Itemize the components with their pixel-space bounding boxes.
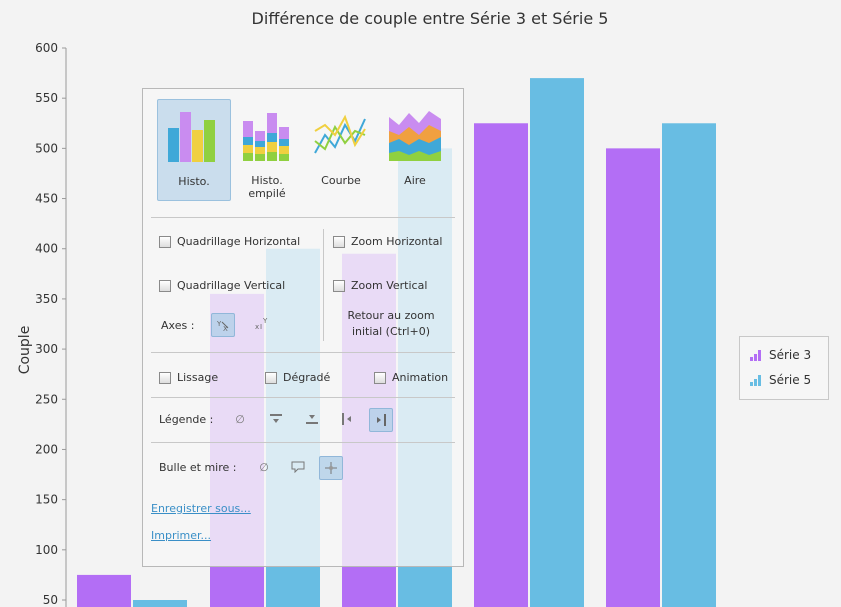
svg-text:Y: Y [262,317,268,325]
line-chart-icon [314,114,366,154]
svg-text:Y: Y [216,320,222,328]
y-tick-label: 50 [43,593,58,607]
chart-type-label: Aire [404,174,426,187]
y-tick-label: 450 [35,192,58,206]
bar-serie-3-group-4[interactable] [474,123,528,607]
column-divider [323,229,324,341]
y-tick-label: 600 [35,41,58,55]
legend-none-icon[interactable]: ∅ [229,408,251,430]
checkbox-icon[interactable] [159,279,171,292]
vertical-grid-checkbox[interactable]: Quadrillage Vertical [159,279,285,292]
separator [151,352,455,353]
zoom-vertical-checkbox[interactable]: Zoom Vertical [333,279,427,292]
legend-bottom-icon[interactable] [301,408,323,430]
chart-legend[interactable]: Série 3 Série 5 [739,336,829,400]
gradient-checkbox[interactable]: Dégradé [265,371,330,384]
chart-type-label: Courbe [321,174,361,187]
legend-left-icon[interactable] [336,408,358,430]
y-tick-label: 350 [35,292,58,306]
legend-label: Série 3 [769,348,812,362]
bar-series-icon [750,349,762,361]
checkbox-icon[interactable] [333,235,345,248]
reset-zoom-button[interactable]: Retour au zoom initial (Ctrl+0) [331,308,451,340]
y-tick-label: 250 [35,392,58,406]
histogram-icon [168,112,215,162]
checkbox-label: Quadrillage Horizontal [177,235,301,248]
tooltip-options-label: Bulle et mire : [159,461,237,474]
checkbox-icon[interactable] [159,235,171,248]
legend-item-serie-5[interactable]: Série 5 [750,373,811,387]
y-tick-label: 200 [35,442,58,456]
chart-type-label: Histo. [178,175,210,188]
checkbox-label: Dégradé [283,371,331,384]
chart-title: Différence de couple entre Série 3 et Sé… [252,9,609,28]
stacked-histogram-icon [243,113,289,161]
separator [151,442,455,443]
checkbox-icon[interactable] [374,371,386,384]
svg-text:I: I [260,323,262,331]
checkbox-icon[interactable] [265,371,277,384]
bar-serie-5-group-1[interactable] [133,600,187,607]
checkbox-icon[interactable] [333,279,345,292]
y-tick-label: 500 [35,141,58,155]
checkbox-label: Lissage [177,371,219,384]
bar-serie-5-group-4[interactable] [530,78,584,607]
area-chart-icon [389,111,441,161]
legend-top-icon[interactable] [265,408,287,430]
horizontal-grid-checkbox[interactable]: Quadrillage Horizontal [159,235,300,248]
chart-type-label: Histo. empilé [248,174,286,200]
chart-type-area[interactable]: Aire [379,99,451,199]
axes-swap-icon[interactable]: xIY [251,313,273,335]
legend-options-label: Légende : [159,413,214,426]
bar-serie-3-group-1[interactable] [77,574,131,607]
bar-series-icon [750,374,762,386]
svg-text:x: x [255,323,259,331]
checkbox-label: Zoom Horizontal [351,235,443,248]
checkbox-label: Quadrillage Vertical [177,279,286,292]
separator [151,397,455,398]
save-as-link[interactable]: Enregistrer sous... [151,502,251,515]
chart-type-histo[interactable]: Histo. [157,99,231,201]
checkbox-icon[interactable] [159,371,171,384]
reset-zoom-line-1: Retour au zoom [347,309,435,322]
chart-type-curve[interactable]: Courbe [305,99,377,199]
checkbox-label: Animation [392,371,449,384]
legend-right-icon[interactable] [369,408,393,432]
print-link[interactable]: Imprimer... [151,529,211,542]
animation-checkbox[interactable]: Animation [374,371,448,384]
y-axis-label: Couple [17,326,33,375]
axes-xy-icon[interactable]: YX [211,313,235,337]
y-tick-label: 300 [35,342,58,356]
zoom-horizontal-checkbox[interactable]: Zoom Horizontal [333,235,442,248]
y-tick-label: 100 [35,543,58,557]
chart-type-stacked[interactable]: Histo. empilé [231,99,303,200]
bar-serie-3-group-5[interactable] [606,148,660,607]
legend-item-serie-3[interactable]: Série 3 [750,348,811,362]
y-tick-label: 150 [35,493,58,507]
axes-label: Axes : [161,319,195,332]
bar-serie-5-group-5[interactable] [662,123,716,607]
y-tick-label: 400 [35,242,58,256]
tooltip-none-icon[interactable]: ∅ [253,456,275,478]
chart-options-panel: Histo. Histo. empilé Courbe Aire Quadril [142,88,464,567]
legend-label: Série 5 [769,373,812,387]
smoothing-checkbox[interactable]: Lissage [159,371,218,384]
reset-zoom-line-2: initial (Ctrl+0) [351,325,431,338]
y-tick-label: 550 [35,91,58,105]
tooltip-bubble-icon[interactable] [287,456,309,478]
crosshair-icon[interactable] [319,456,343,480]
checkbox-label: Zoom Vertical [351,279,428,292]
separator [151,217,455,218]
